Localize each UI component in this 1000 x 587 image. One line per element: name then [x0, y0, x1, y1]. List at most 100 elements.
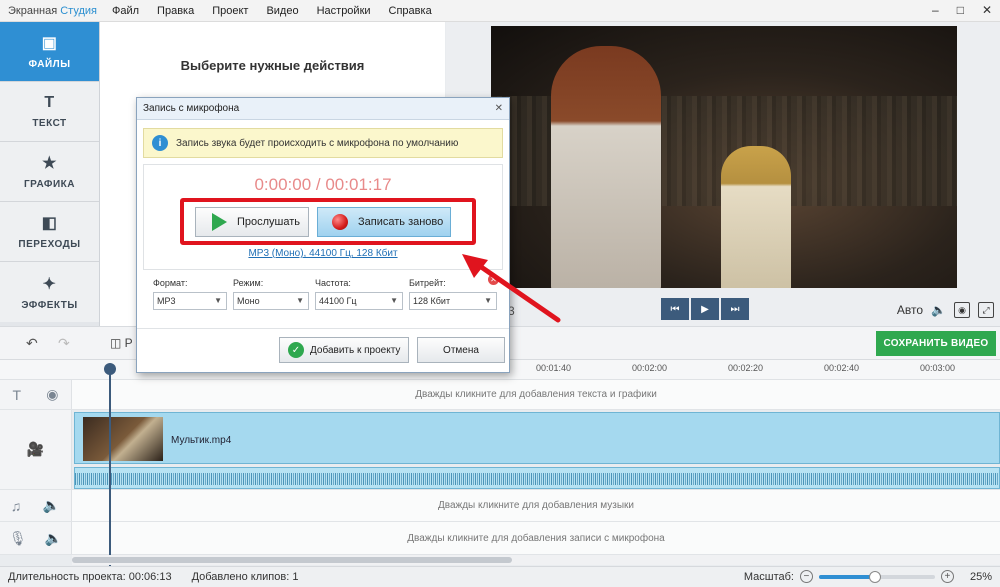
camera-icon: 🎥: [26, 441, 45, 457]
text-track-hint[interactable]: Дважды кликните для добавления текста и …: [72, 380, 1000, 409]
nav-graphics[interactable]: ★ ГРАФИКА: [0, 142, 99, 202]
chevron-down-icon: ▼: [214, 296, 222, 305]
snapshot-icon[interactable]: ◉: [954, 302, 970, 318]
audio-waveform[interactable]: [74, 467, 1000, 489]
annotation-arrow: [462, 254, 561, 323]
info-icon: i: [152, 135, 168, 151]
mode-select[interactable]: Моно ▼: [233, 292, 309, 310]
mode-select-group: Режим: Моно ▼: [233, 278, 309, 310]
menu-bar: Файл Правка Проект Видео Настройки Справ…: [112, 5, 450, 17]
volume-icon[interactable]: 🔈: [43, 497, 60, 514]
play-icon: ▶: [701, 303, 709, 315]
zoom-value: 25%: [969, 570, 992, 583]
timeline-scrollbar[interactable]: [72, 555, 1000, 565]
menu-project[interactable]: Проект: [212, 5, 248, 17]
chevron-down-icon: ▼: [296, 296, 304, 305]
image-icon: ▣: [41, 35, 58, 52]
record-timer: 0:00:00 / 00:01:17: [254, 175, 392, 194]
track-header: T ◉: [0, 380, 72, 409]
split-label: Р: [124, 336, 133, 350]
nav-text[interactable]: T ТЕКСТ: [0, 82, 99, 142]
nav-label: ЭФФЕКТЫ: [21, 299, 78, 311]
project-duration: Длительность проекта: 00:06:13: [8, 571, 172, 583]
cancel-button[interactable]: Отмена: [417, 337, 505, 363]
skip-back-icon: ⏮: [670, 303, 680, 315]
redo-icon[interactable]: ↷: [58, 335, 70, 352]
rate-value: 44100 Гц: [319, 296, 357, 306]
dialog-titlebar: Запись с микрофона ✕: [137, 98, 509, 120]
check-icon: ✓: [288, 342, 304, 358]
nav-files[interactable]: ▣ ФАЙЛЫ: [0, 22, 99, 82]
menu-edit[interactable]: Правка: [157, 5, 194, 17]
volume-icon[interactable]: 🔈: [931, 303, 946, 317]
left-nav: ▣ ФАЙЛЫ T ТЕКСТ ★ ГРАФИКА ◧ ПЕРЕХОДЫ ✦ Э…: [0, 22, 100, 326]
text-icon: T: [44, 94, 55, 111]
play-button[interactable]: ▶: [691, 298, 719, 320]
video-clip[interactable]: Мультик.mp4: [74, 412, 1000, 464]
dialog-title: Запись с микрофона: [143, 103, 240, 114]
format-label: Формат:: [153, 278, 188, 288]
text-icon[interactable]: T: [13, 387, 22, 403]
ruler-tick: 00:01:40: [536, 363, 572, 373]
track-header: ♫ 🔈: [0, 490, 72, 521]
auto-label[interactable]: Авто: [897, 303, 923, 317]
app-title-accent: Студия: [60, 4, 97, 17]
eye-icon[interactable]: ◉: [46, 386, 58, 403]
menu-settings[interactable]: Настройки: [317, 5, 371, 17]
zoom-slider-knob[interactable]: [868, 570, 881, 583]
nav-effects[interactable]: ✦ ЭФФЕКТЫ: [0, 262, 99, 322]
next-button[interactable]: ⏭: [721, 298, 749, 320]
music-track-hint[interactable]: Дважды кликните для добавления музыки: [72, 490, 1000, 521]
scrollbar-thumb[interactable]: [72, 557, 512, 563]
star-icon: ★: [42, 155, 57, 172]
format-select[interactable]: MP3 ▼: [153, 292, 227, 310]
track-header: 🎙 🔈: [0, 522, 72, 554]
format-select-group: Формат: MP3 ▼: [153, 278, 227, 310]
undo-icon[interactable]: ↶: [26, 335, 38, 352]
clip-thumbnail: [83, 417, 163, 461]
format-value: MP3: [157, 296, 176, 306]
minimize-button[interactable]: –: [932, 3, 939, 17]
mic-track-hint[interactable]: Дважды кликните для добавления записи с …: [72, 522, 1000, 554]
maximize-button[interactable]: □: [957, 3, 964, 17]
text-track: T ◉ Дважды кликните для добавления текст…: [0, 380, 1000, 410]
close-button[interactable]: ✕: [982, 3, 992, 17]
info-banner: i Запись звука будет происходить с микро…: [143, 128, 503, 158]
arrow-shaft: [471, 259, 561, 323]
playback-controls: ⏮ ▶ ⏭: [661, 298, 749, 320]
save-video-button[interactable]: СОХРАНИТЬ ВИДЕО: [876, 331, 996, 356]
window-controls: – □ ✕: [932, 3, 992, 17]
menu-video[interactable]: Видео: [266, 5, 298, 17]
playhead-line: [109, 374, 111, 570]
menu-help[interactable]: Справка: [389, 5, 432, 17]
mode-label: Режим:: [233, 278, 264, 288]
mic-record-dialog: Запись с микрофона ✕ i Запись звука буде…: [136, 97, 510, 373]
clip-name: Мультик.mp4: [171, 435, 232, 446]
zoom-out-icon[interactable]: −: [799, 570, 813, 583]
preview-tools: Авто 🔈 ◉ ⤢: [897, 302, 994, 318]
volume-icon[interactable]: 🔈: [45, 530, 62, 547]
previous-button[interactable]: ⏮: [661, 298, 689, 320]
zoom-in-icon[interactable]: +: [940, 570, 954, 583]
zoom-slider-fill: [818, 574, 875, 579]
clips-count: Добавлено клипов: 1: [191, 571, 299, 583]
actions-title: Выберите нужные действия: [180, 58, 365, 73]
info-text: Запись звука будет происходить с микрофо…: [176, 137, 459, 149]
add-label: Добавить к проекту: [310, 344, 401, 356]
split-icon: ◫: [110, 336, 125, 350]
nav-label: ТЕКСТ: [32, 118, 67, 129]
split-button[interactable]: ◫ Р: [110, 336, 133, 350]
zoom-slider[interactable]: [818, 570, 935, 583]
mode-value: Моно: [237, 296, 260, 306]
dialog-close-icon[interactable]: ✕: [495, 98, 503, 120]
zoom-label: Масштаб:: [743, 570, 794, 583]
rate-select[interactable]: 44100 Гц ▼: [315, 292, 403, 310]
nav-transitions[interactable]: ◧ ПЕРЕХОДЫ: [0, 202, 99, 262]
add-to-project-button[interactable]: ✓ Добавить к проекту: [279, 337, 409, 363]
fullscreen-icon[interactable]: ⤢: [978, 302, 994, 318]
title-bar: Экранная Студия Файл Правка Проект Видео…: [0, 0, 1000, 22]
nav-label: ПЕРЕХОДЫ: [18, 239, 81, 250]
rate-select-group: Частота: 44100 Гц ▼: [315, 278, 403, 310]
menu-file[interactable]: Файл: [112, 5, 139, 17]
status-bar: Длительность проекта: 00:06:13 Добавлено…: [0, 566, 1000, 587]
